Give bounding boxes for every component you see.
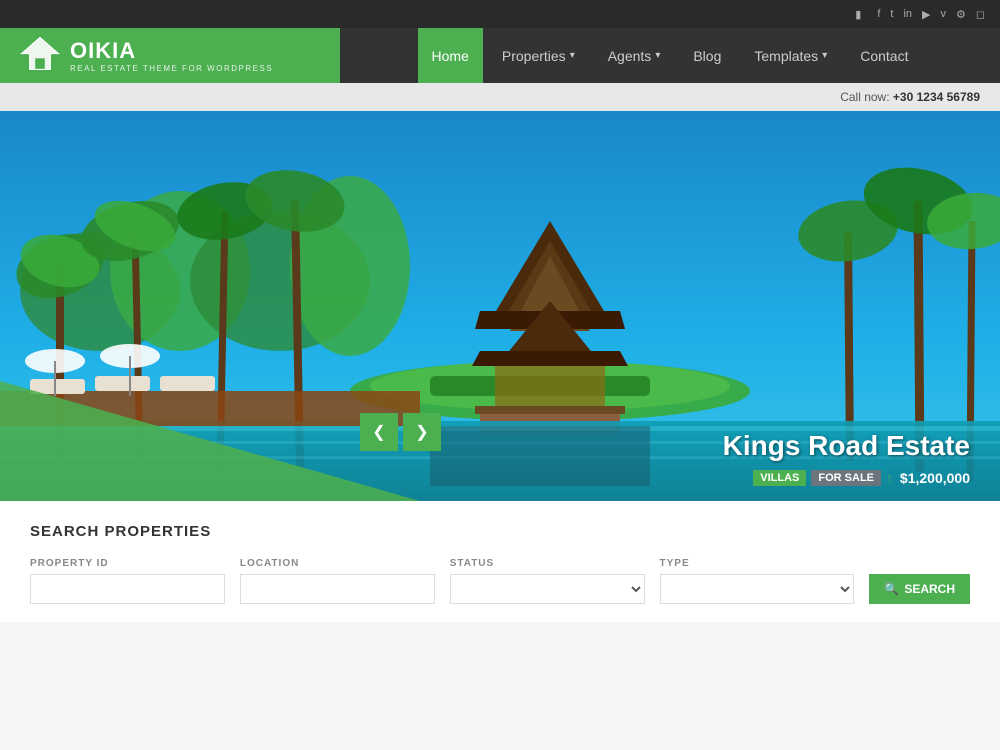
- tag-villas: VILLAS: [753, 470, 806, 486]
- hero-next-button[interactable]: ❯: [403, 413, 441, 451]
- search-title: SEARCH PROPERTIES: [30, 523, 970, 540]
- hero-price: ↑ $1,200,000: [886, 470, 970, 486]
- location-input[interactable]: [240, 574, 435, 604]
- property-id-input[interactable]: [30, 574, 225, 604]
- location-label: LOCATION: [240, 558, 435, 569]
- call-label: Call now:: [840, 90, 889, 104]
- facebook-icon[interactable]: : [821, 5, 839, 23]
- search-icon: 🔍: [884, 582, 899, 596]
- nav-contact[interactable]: Contact: [846, 28, 922, 83]
- location-field: LOCATION: [240, 558, 435, 604]
- brand-tagline: REAL ESTATE THEME FOR WORDPRESS: [70, 64, 273, 73]
- nav-agents[interactable]: Agents ▾: [594, 28, 675, 83]
- hero-nav-buttons: ❮ ❯: [360, 413, 441, 451]
- social-bar:  ▮ f t in ▶ v ⚙ ◻: [0, 0, 1000, 28]
- tag-forsale: FOR SALE: [811, 470, 881, 486]
- hero-section: ❮ ❯ Kings Road Estate VILLAS FOR SALE ↑ …: [0, 111, 1000, 501]
- search-button-area: 🔍 SEARCH: [869, 574, 970, 604]
- property-id-label: PROPERTY ID: [30, 558, 225, 569]
- agents-arrow: ▾: [655, 50, 660, 61]
- nav-home[interactable]: Home: [418, 28, 483, 83]
- price-arrow: ↑: [886, 470, 893, 486]
- status-select[interactable]: For Sale For Rent: [450, 574, 645, 604]
- type-label: TYPE: [660, 558, 855, 569]
- call-phone: +30 1234 56789: [893, 90, 980, 104]
- logo-icon: [20, 36, 60, 76]
- property-id-field: PROPERTY ID: [30, 558, 225, 604]
- nav-templates[interactable]: Templates ▾: [740, 28, 841, 83]
- logo-area: OIKIA REAL ESTATE THEME FOR WORDPRESS: [0, 28, 340, 83]
- social-twitter[interactable]: t: [890, 8, 893, 20]
- brand-name: OIKIA: [70, 38, 273, 64]
- social-instagram[interactable]: ◻: [976, 8, 985, 21]
- type-field: TYPE Villa Apartment House: [660, 558, 855, 604]
- type-select[interactable]: Villa Apartment House: [660, 574, 855, 604]
- nav-properties[interactable]: Properties ▾: [488, 28, 589, 83]
- hero-prev-button[interactable]: ❮: [360, 413, 398, 451]
- hero-title: Kings Road Estate: [723, 430, 970, 462]
- price-value: $1,200,000: [900, 470, 970, 486]
- hero-info: Kings Road Estate VILLAS FOR SALE ↑ $1,2…: [723, 430, 970, 486]
- main-nav: Home Properties ▾ Agents ▾ Blog Template…: [418, 28, 923, 83]
- facebook-link[interactable]: ▮: [849, 5, 867, 23]
- search-fields: PROPERTY ID LOCATION STATUS For Sale For…: [30, 558, 970, 604]
- status-field: STATUS For Sale For Rent: [450, 558, 645, 604]
- header: OIKIA REAL ESTATE THEME FOR WORDPRESS Ho…: [0, 28, 1000, 83]
- social-youtube[interactable]: ▶: [922, 8, 930, 21]
- nav-area: Home Properties ▾ Agents ▾ Blog Template…: [340, 28, 1000, 83]
- logo-text: OIKIA REAL ESTATE THEME FOR WORDPRESS: [70, 38, 273, 73]
- hero-tags: VILLAS FOR SALE ↑ $1,200,000: [723, 470, 970, 486]
- social-settings[interactable]: ⚙: [956, 8, 966, 21]
- templates-arrow: ▾: [822, 50, 827, 61]
- nav-blog[interactable]: Blog: [679, 28, 735, 83]
- social-facebook[interactable]: f: [877, 8, 880, 20]
- properties-arrow: ▾: [570, 50, 575, 61]
- search-section: SEARCH PROPERTIES PROPERTY ID LOCATION S…: [0, 501, 1000, 622]
- call-bar: Call now: +30 1234 56789: [0, 83, 1000, 111]
- status-label: STATUS: [450, 558, 645, 569]
- social-linkedin[interactable]: in: [903, 8, 912, 20]
- search-button[interactable]: 🔍 SEARCH: [869, 574, 970, 604]
- social-vine[interactable]: v: [940, 8, 946, 20]
